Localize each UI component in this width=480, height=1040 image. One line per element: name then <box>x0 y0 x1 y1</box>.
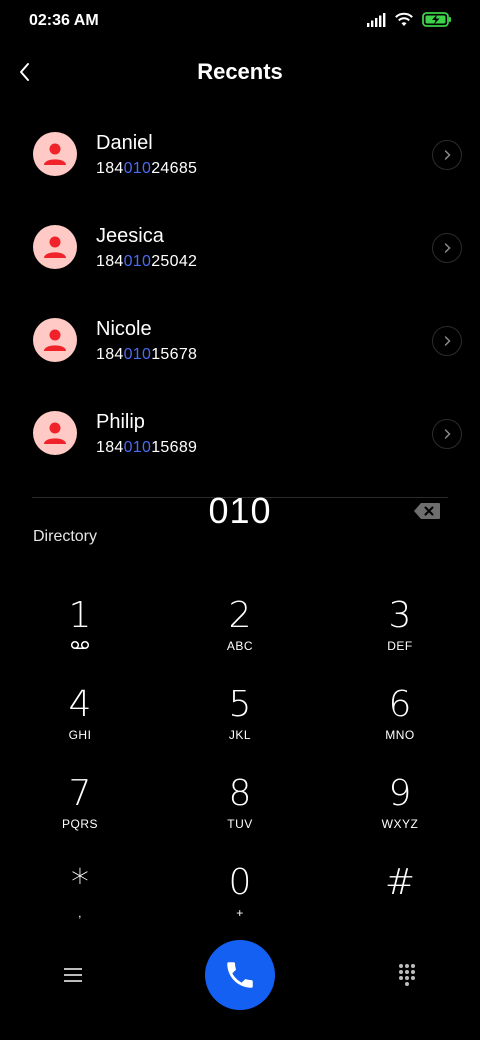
menu-icon <box>64 968 82 982</box>
key-letters: DEF <box>387 639 413 653</box>
backspace-icon <box>414 503 440 519</box>
contact-number: 18401025042 <box>96 253 198 270</box>
key-9[interactable]: 9 WXYZ <box>335 773 465 853</box>
key-7[interactable]: 7 PQRS <box>15 773 145 853</box>
page-title: Recents <box>197 59 283 84</box>
key-6[interactable]: 6 MNO <box>335 684 465 764</box>
number-match-highlight: 010 <box>123 253 152 270</box>
directory-label[interactable]: Directory <box>33 528 97 546</box>
key-digit: 5 <box>228 684 252 725</box>
dial-input[interactable]: 010 <box>0 490 480 532</box>
dialpad-icon <box>399 964 415 986</box>
key-letters: MNO <box>385 728 415 742</box>
key-letters: PQRS <box>61 817 98 831</box>
list-item[interactable]: Philip 18401015689 <box>0 387 480 480</box>
key-digit: 6 <box>388 684 412 725</box>
voicemail-icon <box>15 639 145 653</box>
chevron-right-icon <box>444 243 451 253</box>
menu-button[interactable] <box>58 960 88 990</box>
chevron-right-icon <box>444 336 451 346</box>
person-icon <box>44 329 66 351</box>
avatar <box>33 318 77 362</box>
battery-charging-icon <box>422 12 452 32</box>
key-letters: TUV <box>227 817 253 831</box>
contact-details-button[interactable] <box>432 140 462 170</box>
chevron-right-icon <box>444 429 451 439</box>
list-item[interactable]: Daniel 18401024685 <box>0 108 480 201</box>
key-letters: GHI <box>68 728 92 742</box>
key-letters: ABC <box>226 639 254 653</box>
avatar <box>33 225 77 269</box>
contact-number: 18401015689 <box>96 439 198 456</box>
contact-details-button[interactable] <box>432 326 462 356</box>
key-digit: # <box>384 862 416 903</box>
person-icon <box>44 143 66 165</box>
key-5[interactable]: 5 JKL <box>175 684 305 764</box>
key-hash[interactable]: # <box>335 862 465 942</box>
list-item[interactable]: Jeesica 18401025042 <box>0 201 480 294</box>
phone-icon <box>227 962 253 988</box>
number-match-highlight: 010 <box>123 160 152 177</box>
key-4[interactable]: 4 GHI <box>15 684 145 764</box>
key-digit: 9 <box>388 773 412 814</box>
avatar <box>33 411 77 455</box>
chevron-right-icon <box>444 150 451 160</box>
key-digit: 1 <box>68 595 92 636</box>
key-digit: 7 <box>68 773 92 814</box>
key-digit: 4 <box>68 684 92 725</box>
status-icons <box>366 12 452 32</box>
status-time: 02:36 AM <box>29 12 99 29</box>
key-2[interactable]: 2 ABC <box>175 595 305 675</box>
header: Recents <box>0 50 480 96</box>
delete-button[interactable] <box>410 500 444 522</box>
contact-name: Jeesica <box>96 225 164 247</box>
key-0[interactable]: 0 + <box>175 862 305 942</box>
keypad-toggle-button[interactable] <box>392 960 422 990</box>
number-match-highlight: 010 <box>123 346 152 363</box>
key-letters: JKL <box>228 728 252 742</box>
number-match-highlight: 010 <box>123 439 152 456</box>
contact-number: 18401024685 <box>96 160 198 177</box>
key-digit: 8 <box>228 773 252 814</box>
contact-details-button[interactable] <box>432 233 462 263</box>
contact-details-button[interactable] <box>432 419 462 449</box>
key-letters: , <box>78 906 82 920</box>
key-digit: 0 <box>228 862 252 903</box>
call-button[interactable] <box>205 940 275 1010</box>
bottom-bar <box>0 940 480 1010</box>
key-digit: 2 <box>228 595 252 636</box>
contact-name: Nicole <box>96 318 152 340</box>
status-bar: 02:36 AM <box>0 0 480 44</box>
list-item[interactable]: Nicole 18401015678 <box>0 294 480 387</box>
key-8[interactable]: 8 TUV <box>175 773 305 853</box>
key-digit: 3 <box>388 595 412 636</box>
key-3[interactable]: 3 DEF <box>335 595 465 675</box>
wifi-icon <box>394 12 414 32</box>
contact-name: Daniel <box>96 132 153 154</box>
contact-number: 18401015678 <box>96 346 198 363</box>
avatar <box>33 132 77 176</box>
contact-name: Philip <box>96 411 145 433</box>
signal-icon <box>366 12 386 32</box>
key-1[interactable]: 1 <box>15 595 145 675</box>
person-icon <box>44 236 66 258</box>
key-letters: + <box>236 906 244 920</box>
key-digit: * <box>71 862 89 903</box>
key-star[interactable]: * , <box>15 862 145 942</box>
person-icon <box>44 422 66 444</box>
key-letters: WXYZ <box>381 817 419 831</box>
contact-list: Daniel 18401024685 Jeesica 18401025042 N… <box>0 108 480 480</box>
